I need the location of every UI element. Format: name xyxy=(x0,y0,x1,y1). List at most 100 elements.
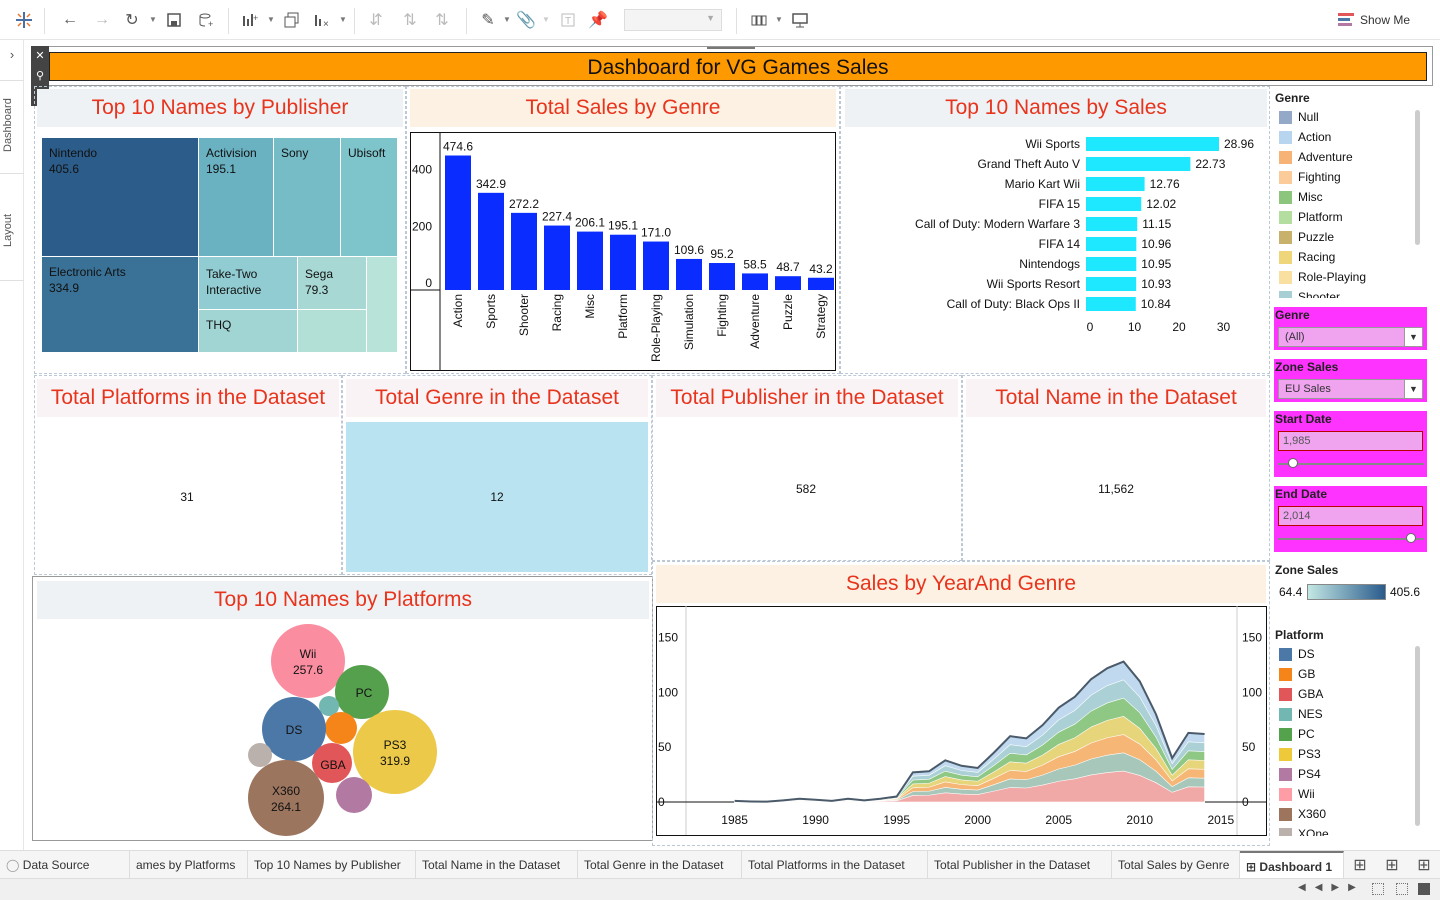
genre-bar-adventure[interactable] xyxy=(742,273,768,290)
genre-legend-item-puzzle[interactable]: Puzzle xyxy=(1279,227,1334,247)
tab-total-platforms[interactable]: Total Platforms in the Dataset xyxy=(742,851,928,879)
platform-legend-item-gb[interactable]: GB xyxy=(1279,664,1315,684)
save-icon[interactable] xyxy=(162,8,186,32)
sort-ascending-icon[interactable]: ⇅ xyxy=(398,8,422,32)
genre-legend-item-shooter[interactable]: Shooter xyxy=(1279,287,1340,298)
new-data-source-icon[interactable]: + xyxy=(194,8,218,32)
genre-bar-fighting[interactable] xyxy=(709,263,735,290)
name-bar-call-of-duty-modern-warfare-3[interactable] xyxy=(1086,217,1138,231)
kpi-publisher-value[interactable]: 582 xyxy=(656,482,956,496)
new-dashboard-tab-icon[interactable]: ⊞ xyxy=(1380,853,1404,877)
bubble-ps4[interactable] xyxy=(336,777,372,813)
expand-pane-icon[interactable]: › xyxy=(0,42,24,66)
tab-total-sales-by-genre[interactable]: Total Sales by Genre xyxy=(1112,851,1240,879)
name-sales-bar-chart[interactable]: Wii Sports 28.96 Grand Theft Auto V 22.73 Ma… xyxy=(845,130,1267,345)
tab-dashboard[interactable]: Dashboard xyxy=(2,90,22,160)
genre-legend-item-role-playing[interactable]: Role-Playing xyxy=(1279,267,1366,287)
start-date-slider-track[interactable] xyxy=(1278,463,1424,465)
platform-legend-item-nes[interactable]: NES xyxy=(1279,704,1323,724)
close-icon[interactable]: ✕ xyxy=(31,46,49,66)
tab-names-by-platforms[interactable]: ames by Platforms xyxy=(130,851,248,879)
swap-rows-columns-icon[interactable]: ⇵ xyxy=(364,8,388,32)
genre-bar-action[interactable] xyxy=(445,155,471,291)
tab-navigation-icons[interactable]: ◀◀▶▶ xyxy=(1298,882,1365,893)
tab-names-by-publisher[interactable]: Top 10 Names by Publisher xyxy=(248,851,416,879)
treemap-cell-ubisoft[interactable]: Ubisoft xyxy=(341,138,398,257)
tab-total-name[interactable]: Total Name in the Dataset xyxy=(416,851,578,879)
redo-icon[interactable]: → xyxy=(90,8,114,32)
bubble-gb[interactable] xyxy=(325,712,357,744)
name-bar-wii-sports-resort[interactable] xyxy=(1086,277,1137,291)
treemap-cell-sony[interactable]: Sony xyxy=(274,138,341,257)
show-cards-icon[interactable] xyxy=(748,8,772,32)
platform-legend-item-ps3[interactable]: PS3 xyxy=(1279,744,1321,764)
genre-bar-platform[interactable] xyxy=(610,234,636,290)
platform-legend-item-ps4[interactable]: PS4 xyxy=(1279,764,1321,784)
tab-dashboard-1[interactable]: ⊞ Dashboard 1 xyxy=(1240,851,1344,879)
show-mark-labels-icon[interactable]: T xyxy=(556,8,580,32)
duplicate-sheet-icon[interactable] xyxy=(280,8,304,32)
sort-descending-icon[interactable]: ⇅ xyxy=(430,8,454,32)
treemap-cell-minor[interactable] xyxy=(367,257,398,353)
genre-legend-item-action[interactable]: Action xyxy=(1279,127,1331,147)
genre-bar-simulation[interactable] xyxy=(676,258,702,290)
end-date-slider-track[interactable] xyxy=(1278,538,1424,540)
new-worksheet-tab-icon[interactable]: ⊞ xyxy=(1348,853,1372,877)
genre-bar-shooter[interactable] xyxy=(511,212,537,290)
tab-data-source[interactable]: ◯ Data Source xyxy=(0,851,130,879)
genre-bar-puzzle[interactable] xyxy=(775,276,801,290)
highlight-icon[interactable]: ✎ xyxy=(476,8,500,32)
filmstrip-view-icon[interactable] xyxy=(1418,883,1430,895)
treemap-cell-minor[interactable] xyxy=(298,310,367,353)
kpi-genre-value[interactable]: 12 xyxy=(346,490,648,504)
start-date-input[interactable]: 1,985 xyxy=(1278,431,1423,451)
genre-legend-item-platform[interactable]: Platform xyxy=(1279,207,1343,227)
tab-layout[interactable]: Layout xyxy=(2,200,22,260)
genre-legend-item-racing[interactable]: Racing xyxy=(1279,247,1335,267)
genre-legend-item-adventure[interactable]: Adventure xyxy=(1279,147,1353,167)
genre-bar-strategy[interactable] xyxy=(808,277,834,290)
treemap-cell-electronic-arts[interactable]: Electronic Arts 334.9 xyxy=(42,257,199,353)
kpi-name-value[interactable]: 11,562 xyxy=(966,482,1266,496)
kpi-platforms-value[interactable]: 31 xyxy=(37,490,337,504)
presentation-mode-icon[interactable] xyxy=(788,8,812,32)
platform-legend-item-wii[interactable]: Wii xyxy=(1279,784,1315,804)
name-bar-fifa-14[interactable] xyxy=(1086,237,1137,251)
platform-legend-item-gba[interactable]: GBA xyxy=(1279,684,1323,704)
platform-legend-item-xone[interactable]: XOne xyxy=(1279,824,1329,836)
end-date-slider-handle[interactable] xyxy=(1405,533,1416,543)
new-story-tab-icon[interactable]: ⊞ xyxy=(1412,853,1436,877)
platform-legend-item-x360[interactable]: X360 xyxy=(1279,804,1326,824)
bubble-wii[interactable] xyxy=(271,624,345,698)
platforms-bubble-chart[interactable]: Wii 257.6 PC DS PS3 319.9 GBA X360 264.1 xyxy=(37,620,649,838)
name-bar-wii-sports[interactable] xyxy=(1086,137,1219,151)
zone-sales-dropdown[interactable]: EU Sales ▼ xyxy=(1278,379,1423,399)
platform-legend-item-pc[interactable]: PC xyxy=(1279,724,1315,744)
name-bar-grand-theft-auto-v[interactable] xyxy=(1086,157,1191,171)
year-genre-area-chart[interactable]: 0 0 50 50 100 100 150 150 1985 1990 1995 2000 2005 20… xyxy=(656,606,1268,838)
fit-dropdown[interactable]: ▼ xyxy=(624,9,722,31)
bubble-x360[interactable] xyxy=(248,760,324,836)
tableau-logo-icon[interactable] xyxy=(12,8,36,32)
platform-legend-scrollbar[interactable] xyxy=(1415,646,1420,826)
new-worksheet-icon[interactable]: + xyxy=(238,8,262,32)
end-date-input[interactable]: 2,014 xyxy=(1278,506,1423,526)
treemap-cell-nintendo[interactable]: Nintendo 405.6 xyxy=(42,138,199,257)
platform-legend-item-ds[interactable]: DS xyxy=(1279,644,1315,664)
treemap-cell-thq[interactable]: THQ xyxy=(199,310,298,353)
replay-icon[interactable]: ↻ xyxy=(120,8,144,32)
start-date-slider-handle[interactable] xyxy=(1287,458,1298,468)
name-bar-fifa-15[interactable] xyxy=(1086,197,1142,211)
genre-bar-role-playing[interactable] xyxy=(643,241,669,290)
clear-sheet-icon[interactable]: × xyxy=(310,8,334,32)
genre-bar-misc[interactable] xyxy=(577,231,603,290)
show-me-button[interactable]: Show Me xyxy=(1338,10,1410,30)
genre-legend-item-fighting[interactable]: Fighting xyxy=(1279,167,1341,187)
fix-axes-icon[interactable]: 📌 xyxy=(586,8,610,32)
list-view-icon[interactable] xyxy=(1396,883,1408,895)
tab-total-genre[interactable]: Total Genre in the Dataset xyxy=(578,851,742,879)
genre-legend-item-misc[interactable]: Misc xyxy=(1279,187,1323,207)
grid-view-icon[interactable] xyxy=(1372,883,1384,895)
name-bar-nintendogs[interactable] xyxy=(1086,257,1137,271)
name-bar-call-of-duty-black-ops-ii[interactable] xyxy=(1086,297,1136,311)
